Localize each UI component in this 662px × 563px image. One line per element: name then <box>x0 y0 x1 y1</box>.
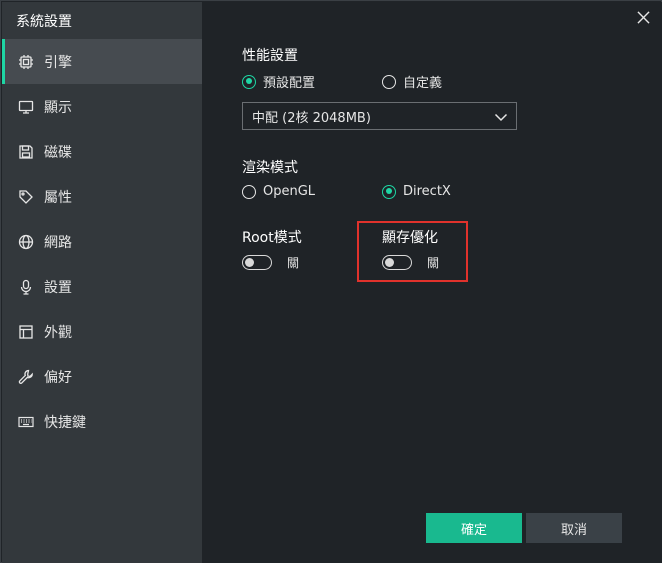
sidebar-item-label: 快捷鍵 <box>44 414 86 431</box>
wrench-icon <box>18 369 34 385</box>
sidebar-item-label: 網路 <box>44 234 72 251</box>
select-value: 中配 (2核 2048MB) <box>252 110 371 126</box>
microphone-icon <box>18 279 34 295</box>
confirm-button[interactable]: 確定 <box>426 513 522 543</box>
radio-indicator <box>242 184 256 199</box>
sidebar-item-preferences[interactable]: 偏好 <box>2 354 202 399</box>
sidebar-nav: 引擎 顯示 磁碟 屬性 網路 設置 外觀 偏好 快捷鍵 <box>2 39 202 444</box>
sidebar-item-shortcuts[interactable]: 快捷鍵 <box>2 399 202 444</box>
globe-icon <box>18 234 34 250</box>
settings-window: 系統設置 引擎 顯示 磁碟 屬性 網路 設置 外觀 偏好 快捷鍵 性能設置 預設… <box>0 0 662 563</box>
render-title: 渲染模式 <box>242 160 298 176</box>
toggle-knob <box>245 257 254 267</box>
window-title: 系統設置 <box>16 14 72 30</box>
monitor-icon <box>18 99 34 115</box>
radio-label: DirectX <box>403 184 451 199</box>
root-toggle-group: 關 <box>242 254 299 271</box>
root-toggle[interactable] <box>242 255 272 270</box>
sidebar-item-engine[interactable]: 引擎 <box>2 39 202 84</box>
cancel-button[interactable]: 取消 <box>526 513 622 543</box>
sidebar-item-network[interactable]: 網路 <box>2 219 202 264</box>
highlight-box <box>357 221 468 282</box>
sidebar-item-display[interactable]: 顯示 <box>2 84 202 129</box>
radio-label: 自定義 <box>403 76 443 91</box>
radio-indicator <box>382 184 396 199</box>
sidebar: 系統設置 引擎 顯示 磁碟 屬性 網路 設置 外觀 偏好 快捷鍵 <box>2 2 202 563</box>
sidebar-item-label: 引擎 <box>44 54 72 71</box>
radio-directx[interactable]: DirectX <box>382 184 451 199</box>
radio-indicator <box>242 74 256 89</box>
keyboard-icon <box>18 414 34 430</box>
root-state-label: 關 <box>287 256 300 270</box>
performance-select[interactable]: 中配 (2核 2048MB) <box>242 102 517 130</box>
radio-custom[interactable]: 自定義 <box>382 72 442 91</box>
radio-label: 預設配置 <box>263 76 316 91</box>
sidebar-item-label: 外觀 <box>44 324 72 341</box>
radio-indicator <box>382 74 396 89</box>
disk-icon <box>18 144 34 160</box>
sidebar-item-appearance[interactable]: 外觀 <box>2 309 202 354</box>
window-icon <box>18 324 34 340</box>
tag-icon <box>18 189 34 205</box>
sidebar-item-properties[interactable]: 屬性 <box>2 174 202 219</box>
close-button[interactable] <box>633 7 653 27</box>
radio-preset[interactable]: 預設配置 <box>242 72 315 91</box>
sidebar-item-label: 屬性 <box>44 189 72 206</box>
sidebar-item-disk[interactable]: 磁碟 <box>2 129 202 174</box>
sidebar-item-label: 磁碟 <box>44 144 72 161</box>
radio-opengl[interactable]: OpenGL <box>242 184 315 199</box>
sidebar-item-label: 顯示 <box>44 99 72 116</box>
root-title: Root模式 <box>242 230 302 246</box>
chevron-down-icon <box>494 113 508 122</box>
sidebar-item-label: 偏好 <box>44 369 72 386</box>
chip-icon <box>18 54 34 70</box>
radio-label: OpenGL <box>263 184 316 199</box>
sidebar-item-settings[interactable]: 設置 <box>2 264 202 309</box>
performance-title: 性能設置 <box>242 48 298 64</box>
sidebar-item-label: 設置 <box>44 279 72 296</box>
close-icon <box>636 10 650 24</box>
